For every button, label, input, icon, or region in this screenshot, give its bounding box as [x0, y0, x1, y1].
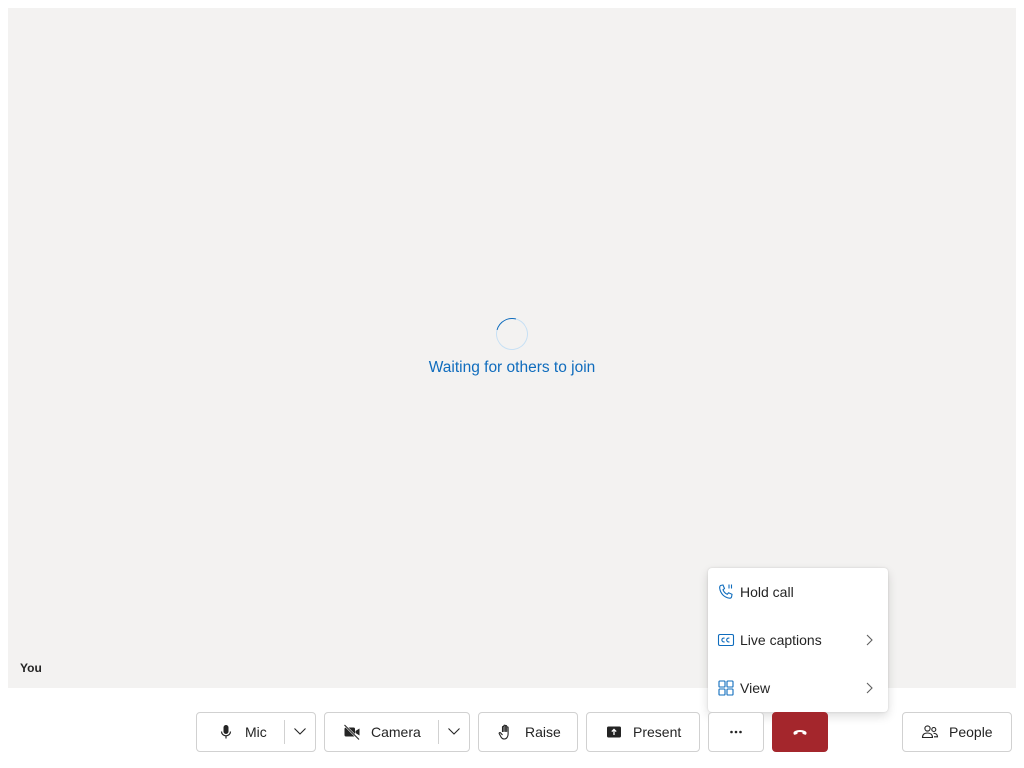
camera-options-dropdown[interactable]	[439, 713, 469, 751]
waiting-message: Waiting for others to join	[428, 359, 596, 376]
phone-hangup-icon	[791, 723, 809, 741]
chevron-right-icon	[862, 633, 876, 647]
menu-item-label: Hold call	[740, 584, 794, 600]
self-video-label: You	[20, 661, 42, 675]
menu-item-live-captions[interactable]: Live captions	[708, 616, 888, 664]
hang-up-button[interactable]	[772, 712, 828, 752]
people-button[interactable]: People	[902, 712, 1012, 752]
people-icon	[921, 723, 939, 741]
more-options-button[interactable]	[708, 712, 764, 752]
raise-label: Raise	[525, 724, 561, 740]
more-options-menu: Hold call Live captions View	[708, 568, 888, 712]
present-button[interactable]: Present	[586, 712, 700, 752]
mic-label: Mic	[245, 724, 267, 740]
closed-captions-icon	[717, 631, 735, 649]
share-screen-icon	[605, 723, 623, 741]
chevron-right-icon	[862, 681, 876, 695]
present-label: Present	[633, 724, 682, 740]
menu-item-view[interactable]: View	[708, 664, 888, 712]
menu-item-label: Live captions	[740, 632, 822, 648]
camera-off-icon	[343, 723, 361, 741]
hand-icon	[497, 723, 515, 741]
grid-icon	[717, 679, 735, 697]
chevron-down-icon	[447, 724, 461, 741]
microphone-icon	[217, 723, 235, 741]
camera-split-button: Camera	[324, 712, 470, 752]
camera-button[interactable]: Camera	[325, 713, 438, 751]
chevron-down-icon	[293, 724, 307, 741]
ellipsis-icon	[727, 723, 745, 741]
phone-pause-icon	[717, 583, 735, 601]
mic-button[interactable]: Mic	[197, 713, 284, 751]
menu-item-label: View	[740, 680, 771, 696]
people-label: People	[949, 724, 993, 740]
menu-item-hold-call[interactable]: Hold call	[708, 568, 888, 616]
camera-label: Camera	[371, 724, 421, 740]
mic-split-button: Mic	[196, 712, 316, 752]
raise-hand-button[interactable]: Raise	[478, 712, 578, 752]
mic-options-dropdown[interactable]	[285, 713, 315, 751]
